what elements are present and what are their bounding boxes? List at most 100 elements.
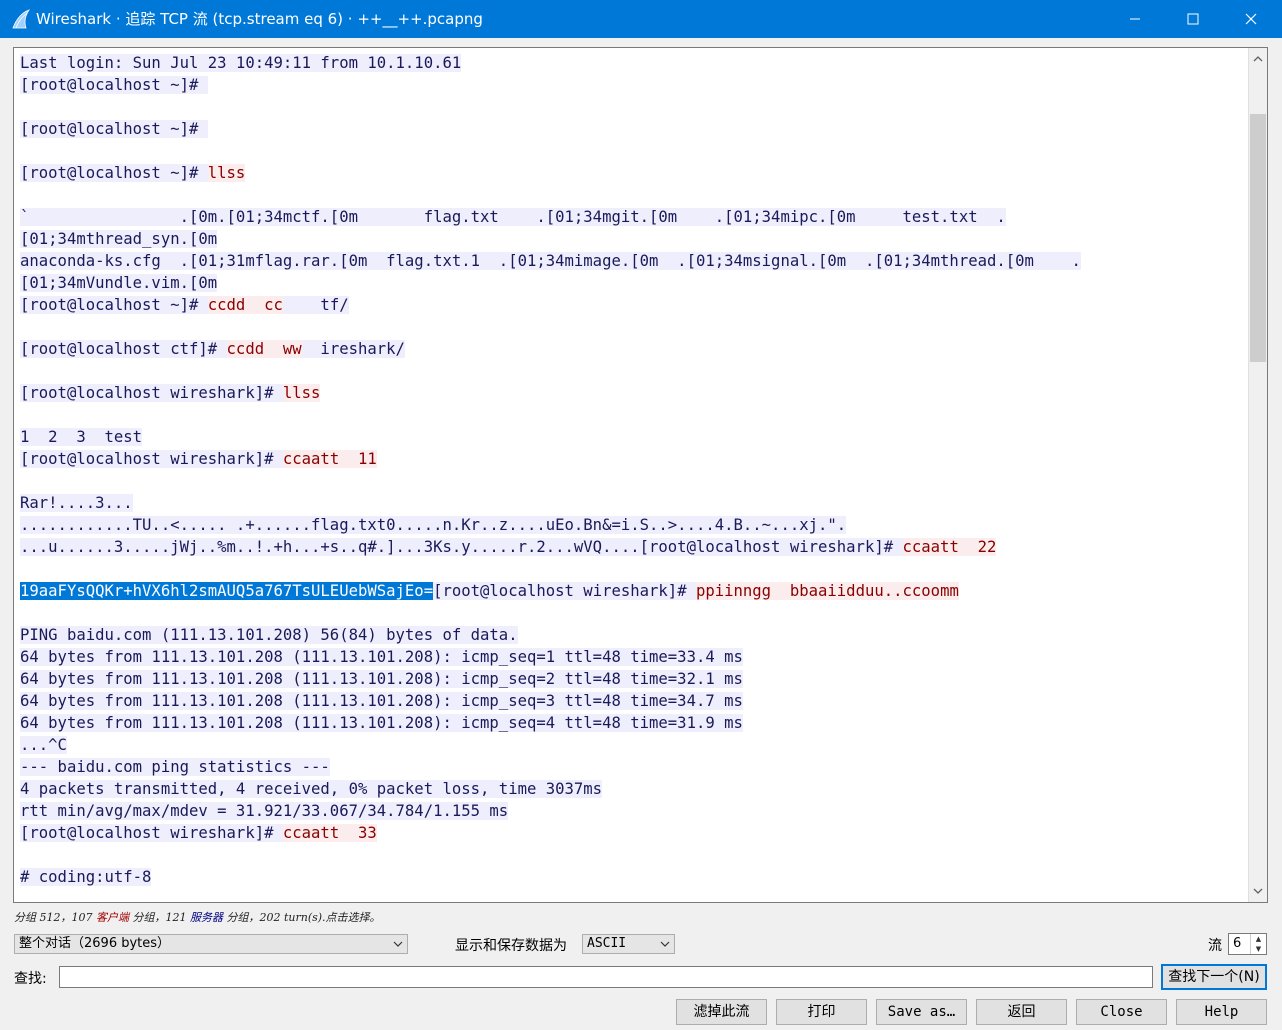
stream-line[interactable]: 64 bytes from 111.13.101.208 (111.13.101…: [20, 712, 1247, 734]
minimize-button[interactable]: [1106, 0, 1164, 38]
stream-line[interactable]: [01;34mthread_syn.[0m: [20, 228, 1247, 250]
client-text: [root@localhost wireshark]#: [20, 450, 283, 468]
stream-line[interactable]: 64 bytes from 111.13.101.208 (111.13.101…: [20, 690, 1247, 712]
stream-line[interactable]: [20, 844, 1247, 866]
client-text: ............TU..<..... .+......flag.txt0…: [20, 516, 847, 534]
stream-line[interactable]: [root@localhost wireshark]# llss: [20, 382, 1247, 404]
spin-up-icon[interactable]: ▲: [1251, 934, 1266, 944]
client-text: [root@localhost wireshark]#: [433, 582, 696, 600]
stream-line[interactable]: Last login: Sun Jul 23 10:49:11 from 10.…: [20, 52, 1247, 74]
stream-line[interactable]: 64 bytes from 111.13.101.208 (111.13.101…: [20, 668, 1247, 690]
window-title: Wireshark · 追踪 TCP 流 (tcp.stream eq 6) ·…: [36, 10, 483, 28]
format-select-value: ASCII: [587, 936, 627, 951]
stream-line[interactable]: Rar!....3...: [20, 492, 1247, 514]
client-text: [root@localhost ~]#: [20, 76, 208, 94]
stream-line[interactable]: [root@localhost wireshark]# ccaatt 33: [20, 822, 1247, 844]
stream-line[interactable]: PING baidu.com (111.13.101.208) 56(84) b…: [20, 624, 1247, 646]
stream-line[interactable]: 19aaFYsQQKr+hVX6hl2smAUQ5a767TsULEUebWSa…: [20, 580, 1247, 602]
server-text: ccaatt 11: [282, 450, 377, 468]
stream-line[interactable]: --- baidu.com ping statistics ---: [20, 756, 1247, 778]
conversation-select-value: 整个对话（2696 bytes）: [19, 936, 171, 951]
server-text: llss: [207, 164, 246, 182]
stream-line[interactable]: [20, 316, 1247, 338]
stream-line[interactable]: [01;34mVundle.vim.[0m: [20, 272, 1247, 294]
status-server-label: 服务器: [189, 911, 223, 924]
close-window-button[interactable]: [1222, 0, 1280, 38]
client-text: ` .[0m.[01;34mctf.[0m flag.txt .[01;34mg…: [20, 208, 1006, 226]
scroll-down-button[interactable]: [1249, 882, 1267, 900]
stream-line[interactable]: [20, 558, 1247, 580]
scroll-up-button[interactable]: [1249, 50, 1267, 68]
stream-line[interactable]: ` .[0m.[01;34mctf.[0m flag.txt .[01;34mg…: [20, 206, 1247, 228]
save-as-button[interactable]: Save as…: [876, 999, 967, 1025]
server-text: ccaatt 33: [282, 824, 377, 842]
scroll-thumb[interactable]: [1250, 114, 1266, 362]
spin-buttons[interactable]: ▲ ▼: [1250, 934, 1266, 954]
packet-status: 分组 512，107 客户端 分组，121 服务器 分组，202 turn(s)…: [14, 909, 381, 925]
stream-text[interactable]: Last login: Sun Jul 23 10:49:11 from 10.…: [20, 52, 1247, 888]
stream-line[interactable]: [root@localhost ctf]# ccdd ww ireshark/: [20, 338, 1247, 360]
stream-line[interactable]: 4 packets transmitted, 4 received, 0% pa…: [20, 778, 1247, 800]
client-text: anaconda-ks.cfg .[01;31mflag.rar.[0m fla…: [20, 252, 1081, 270]
client-text: [root@localhost ctf]#: [20, 340, 227, 358]
format-select[interactable]: ASCII: [582, 934, 675, 954]
client-text: [01;34mVundle.vim.[0m: [20, 274, 218, 292]
stream-line[interactable]: anaconda-ks.cfg .[01;31mflag.rar.[0m fla…: [20, 250, 1247, 272]
help-button[interactable]: Help: [1176, 999, 1267, 1025]
client-text: [root@localhost ~]#: [20, 164, 208, 182]
maximize-button[interactable]: [1164, 0, 1222, 38]
stream-line[interactable]: [20, 140, 1247, 162]
spin-down-icon[interactable]: ▼: [1251, 944, 1266, 954]
server-text: ccdd ww: [226, 340, 302, 358]
title-bar[interactable]: Wireshark · 追踪 TCP 流 (tcp.stream eq 6) ·…: [0, 0, 1282, 38]
filter-out-stream-button[interactable]: 滤掉此流: [676, 999, 767, 1025]
stream-line[interactable]: ...^C: [20, 734, 1247, 756]
stream-line[interactable]: [root@localhost ~]# ccdd cc tf/: [20, 294, 1247, 316]
client-text: Rar!....3...: [20, 494, 133, 512]
client-text: 64 bytes from 111.13.101.208 (111.13.101…: [20, 648, 743, 666]
stream-line[interactable]: rtt min/avg/max/mdev = 31.921/33.067/34.…: [20, 800, 1247, 822]
vertical-scrollbar[interactable]: [1248, 48, 1267, 902]
stream-line[interactable]: [root@localhost wireshark]# ccaatt 11: [20, 448, 1247, 470]
stream-line[interactable]: [20, 470, 1247, 492]
client-text: 4 packets transmitted, 4 received, 0% pa…: [20, 780, 603, 798]
stream-line[interactable]: [20, 404, 1247, 426]
maximize-icon: [1187, 13, 1199, 25]
client-text: ireshark/: [301, 340, 405, 358]
client-text: [root@localhost wireshark]#: [20, 824, 283, 842]
stream-line[interactable]: 1 2 3 test: [20, 426, 1247, 448]
chevron-up-icon: [1253, 56, 1263, 62]
stream-line[interactable]: [root@localhost ~]#: [20, 118, 1247, 140]
find-label: 查找:: [14, 971, 47, 987]
stream-line[interactable]: ...u......3.....jWj..%m..!.+h...+s..q#.]…: [20, 536, 1247, 558]
stream-line[interactable]: [root@localhost ~]# llss: [20, 162, 1247, 184]
find-input[interactable]: [59, 966, 1153, 988]
stream-line[interactable]: [20, 360, 1247, 382]
print-button[interactable]: 打印: [776, 999, 867, 1025]
stream-line[interactable]: [root@localhost ~]#: [20, 74, 1247, 96]
server-text: ccaatt 22: [902, 538, 997, 556]
client-text: 64 bytes from 111.13.101.208 (111.13.101…: [20, 692, 743, 710]
client-text: [01;34mthread_syn.[0m: [20, 230, 218, 248]
stream-line[interactable]: 64 bytes from 111.13.101.208 (111.13.101…: [20, 646, 1247, 668]
chevron-down-icon: [660, 941, 670, 947]
client-text: --- baidu.com ping statistics ---: [20, 758, 330, 776]
stream-viewer[interactable]: Last login: Sun Jul 23 10:49:11 from 10.…: [13, 47, 1268, 903]
wireshark-fin-icon: [12, 9, 31, 29]
close-icon: [1245, 13, 1257, 25]
stream-line[interactable]: [20, 602, 1247, 624]
stream-line[interactable]: [20, 96, 1247, 118]
stream-number-spinbox[interactable]: 6 ▲ ▼: [1228, 933, 1267, 955]
stream-line[interactable]: ............TU..<..... .+......flag.txt0…: [20, 514, 1247, 536]
close-button[interactable]: Close: [1076, 999, 1167, 1025]
stream-line[interactable]: [20, 184, 1247, 206]
chevron-down-icon: [393, 941, 403, 947]
status-prefix: 分组 512，107: [14, 911, 96, 924]
client-text: PING baidu.com (111.13.101.208) 56(84) b…: [20, 626, 518, 644]
stream-line[interactable]: # coding:utf-8: [20, 866, 1247, 888]
find-next-button[interactable]: 查找下一个(N): [1161, 964, 1267, 990]
back-button[interactable]: 返回: [976, 999, 1067, 1025]
client-text: [root@localhost ~]#: [20, 120, 208, 138]
status-suffix: 分组，202 turn(s).点击选择。: [222, 911, 381, 924]
conversation-select[interactable]: 整个对话（2696 bytes）: [14, 934, 408, 954]
